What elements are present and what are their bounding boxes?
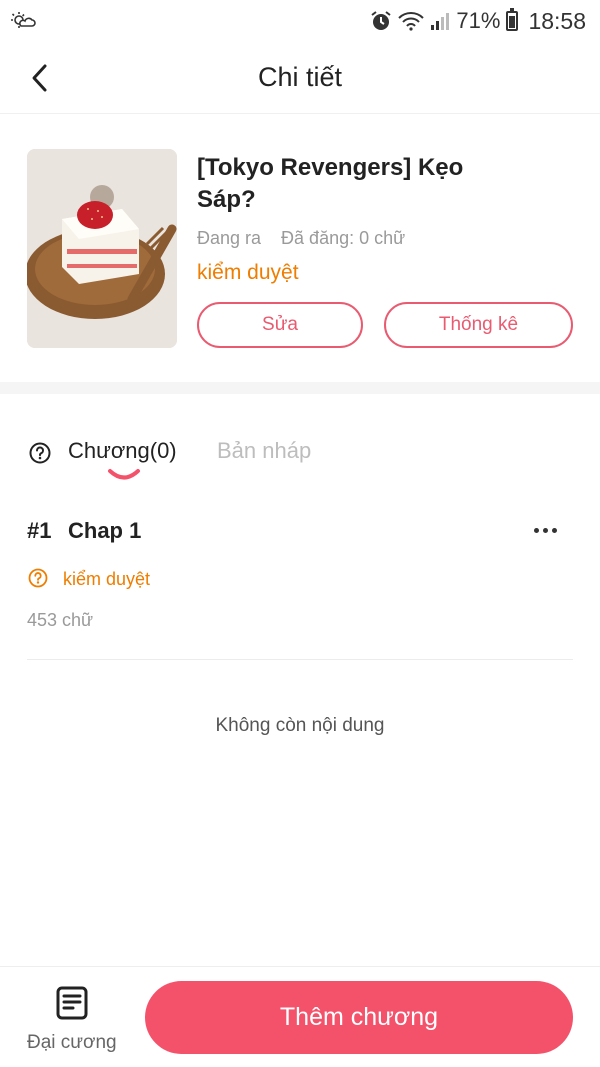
app-header: Chi tiết xyxy=(0,42,600,114)
book-title: [Tokyo Revengers] Kẹo Sáp? xyxy=(197,154,464,213)
chapter-word-count: 453 chữ xyxy=(27,610,94,630)
chapter-number: #1 xyxy=(27,518,52,543)
tab-drafts[interactable]: Bản nháp xyxy=(217,438,311,464)
add-chapter-button[interactable]: Thêm chương xyxy=(145,981,573,1054)
more-options-button[interactable] xyxy=(527,518,563,542)
book-card: [Tokyo Revengers] Kẹo Sáp? Đang ra Đã đă… xyxy=(0,114,600,382)
stats-button[interactable]: Thống kê xyxy=(384,302,573,348)
list-end-text: Không còn nội dung xyxy=(215,715,385,736)
outline-label[interactable]: Đại cương xyxy=(27,1032,117,1054)
chapter-review-status: kiểm duyệt xyxy=(63,569,151,589)
chapter-item[interactable]: #1 Chap 1 kiểm duyệt 453 chữ xyxy=(27,500,573,660)
edit-button[interactable]: Sửa xyxy=(197,302,363,348)
question-circle-icon xyxy=(28,568,48,588)
chevron-left-icon xyxy=(32,64,47,92)
book-cover[interactable] xyxy=(27,149,177,348)
published-word-count: Đã đăng: 0 chữ xyxy=(281,228,406,248)
section-divider xyxy=(0,382,600,394)
chapter-title: Chap 1 xyxy=(68,518,142,543)
page-title: Chi tiết xyxy=(257,62,343,92)
publishing-status: Đang ra xyxy=(197,228,262,248)
document-icon[interactable] xyxy=(55,985,89,1021)
weather-icon xyxy=(11,12,36,28)
cake-image xyxy=(27,149,177,348)
review-status: kiểm duyệt xyxy=(197,261,299,284)
bottom-bar: Đại cương Thêm chương xyxy=(0,966,600,1067)
book-meta: Đang ra Đã đăng: 0 chữ xyxy=(197,228,405,249)
alarm-icon xyxy=(371,11,391,30)
chapter-tabs: Chương(0) Bản nháp xyxy=(0,424,600,486)
question-circle-icon[interactable] xyxy=(29,442,51,464)
battery-icon xyxy=(506,8,519,31)
signal-icon xyxy=(431,13,450,30)
active-tab-indicator xyxy=(108,469,140,480)
clock: 18:58 xyxy=(528,7,586,34)
battery-percent: 71% xyxy=(456,8,501,33)
wifi-icon xyxy=(398,12,425,31)
back-button[interactable] xyxy=(20,58,60,98)
status-bar: 71% 18:58 xyxy=(0,0,600,42)
tab-chapters[interactable]: Chương(0) xyxy=(68,438,177,464)
